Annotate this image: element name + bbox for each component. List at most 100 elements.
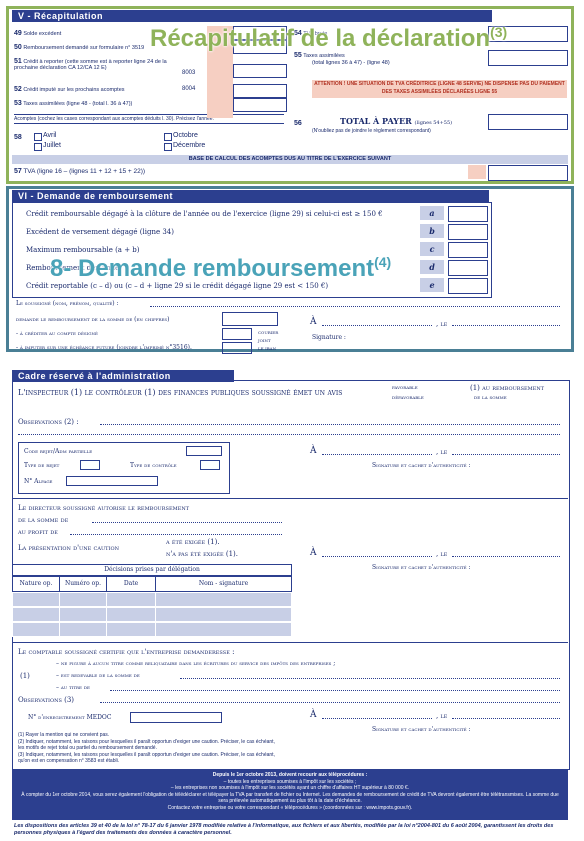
comptable-n1: (1) <box>20 672 30 680</box>
total-field[interactable] <box>488 114 568 130</box>
admin-le-2: , le <box>436 550 448 558</box>
admin-place-2[interactable] <box>322 556 432 557</box>
amount-field-51[interactable] <box>233 64 287 78</box>
obs-line-2[interactable] <box>18 434 560 435</box>
type-controle-field[interactable] <box>200 460 220 470</box>
observations-label: Observations (2) : <box>18 418 79 426</box>
comptable-3: – au titre de <box>56 684 90 691</box>
refund-letter-a: a <box>420 206 444 220</box>
line-55-sub: (total lignes 36 à 47) - (ligne 48) <box>312 60 390 66</box>
refund-row-c: Maximum remboursable (a + b) <box>26 246 140 254</box>
caution-exigee[interactable]: a été exigée (1). <box>166 538 220 546</box>
section6-place-line[interactable] <box>322 325 432 326</box>
sig-cachet-2: Signature et cachet d'authenticité : <box>372 564 471 571</box>
refund-field-c[interactable] <box>448 242 488 258</box>
amount-field-57[interactable] <box>488 165 568 181</box>
soussigne-line[interactable] <box>150 306 560 307</box>
table-cell[interactable] <box>155 607 292 622</box>
table-cell[interactable] <box>155 622 292 637</box>
check-decembre[interactable] <box>164 143 172 151</box>
pink-57 <box>468 165 486 179</box>
warning-box: ATTENTION ! UNE SITUATION DE TVA CRÉDITR… <box>312 80 567 98</box>
table-cell[interactable] <box>106 592 156 607</box>
line-57: 57 TVA (ligne 16 – (lignes 11 + 12 + 15 … <box>14 168 146 175</box>
amount-field-53[interactable] <box>233 98 287 112</box>
imputer-checkbox[interactable] <box>222 342 252 354</box>
table-cell[interactable] <box>106 607 156 622</box>
alpage: N° Alpage <box>24 478 53 485</box>
note-1: (1) Rayer la mention qui ne convient pas… <box>18 732 110 738</box>
admin-a-1: À <box>310 446 317 456</box>
section6-date-line[interactable] <box>452 325 560 326</box>
medoc-field[interactable] <box>130 712 222 723</box>
label-octobre: Octobre <box>173 132 198 139</box>
section6-header: VI - Demande de remboursement <box>12 190 489 202</box>
table-cell[interactable] <box>12 592 60 607</box>
check-avril[interactable] <box>34 133 42 141</box>
medoc-label: N° d'enregistrement MEDOC <box>28 714 112 721</box>
somme-line[interactable] <box>92 522 282 523</box>
base-calcul-bar: BASE DE CALCUL DES ACOMPTES DUS AU TITRE… <box>12 155 568 164</box>
code-8003: 8003 <box>182 70 196 76</box>
teleprocedures-banner: Depuis le 1er octobre 2013, doivent reco… <box>12 770 568 820</box>
section5-header: V - Récapitulation <box>12 10 492 22</box>
admin-a-2: À <box>310 548 317 558</box>
observations-3: Observations (3) <box>18 696 75 704</box>
defavorable-option[interactable]: défavorable <box>392 394 424 401</box>
admin-date-1[interactable] <box>452 454 560 455</box>
sig-cachet-1: Signature et cachet d'authenticité : <box>372 462 471 469</box>
obs-line-1[interactable] <box>100 424 560 425</box>
refund-row-e: Crédit reportable (c – d) ou (c – d + li… <box>26 282 329 290</box>
admin-place-1[interactable] <box>322 454 432 455</box>
refund-letter-c: c <box>420 242 444 256</box>
table-cell[interactable] <box>106 622 156 637</box>
admin-date-2[interactable] <box>452 556 560 557</box>
profit-line[interactable] <box>70 534 282 535</box>
obs3-line[interactable] <box>100 702 560 703</box>
refund-field-d[interactable] <box>448 260 488 276</box>
demande-label: demande le remboursement de la somme de … <box>16 316 170 323</box>
table-cell[interactable] <box>155 592 292 607</box>
admin-date-3[interactable] <box>452 718 560 719</box>
inspecteur-line: L'inspecteur (1) le contrôleur (1) des f… <box>18 388 343 397</box>
comptable-line: Le comptable soussigné certifie que l'en… <box>18 648 235 656</box>
favorable-option[interactable]: favorable <box>392 384 418 391</box>
type-controle: Type de contrôle <box>130 462 177 469</box>
admin-place-3[interactable] <box>322 718 432 719</box>
footer-line-5: Contactez votre entreprise ou votre corr… <box>167 804 413 811</box>
refund-row-a: Crédit remboursable dégagé à la clôture … <box>26 210 383 218</box>
table-cell[interactable] <box>59 622 107 637</box>
table-cell[interactable] <box>12 622 60 637</box>
refund-field-b[interactable] <box>448 224 488 240</box>
label-juillet: Juillet <box>43 142 61 149</box>
caution-non-exigee[interactable]: n'a pas été exigée (1). <box>166 550 238 558</box>
code-rejet-field[interactable] <box>186 446 222 456</box>
table-cell[interactable] <box>59 607 107 622</box>
table-cell[interactable] <box>59 592 107 607</box>
note-3: (3) Indiquer, notamment, les raisons pou… <box>18 752 275 764</box>
demande-amount-field[interactable] <box>222 312 278 326</box>
separator-2 <box>12 642 568 643</box>
check-juillet[interactable] <box>34 143 42 151</box>
au-profit: au profit de <box>18 528 58 536</box>
alpage-field[interactable] <box>66 476 158 486</box>
comptable-2-line[interactable] <box>180 678 560 679</box>
refund-field-e[interactable] <box>448 278 488 294</box>
amount-field-52[interactable] <box>233 84 287 98</box>
refund-letter-b: b <box>420 224 444 238</box>
type-rejet-field[interactable] <box>80 460 100 470</box>
table-cell[interactable] <box>12 607 60 622</box>
soussigne-label: Le soussigné (nom, prénom, qualité) : <box>16 300 119 307</box>
line-49: 49 Solde excédent <box>14 30 62 37</box>
line-58: 58 <box>14 134 22 141</box>
total-a-payer: TOTAL À PAYER (lignes 54+55) <box>340 116 453 126</box>
check-octobre[interactable] <box>164 133 172 141</box>
crediter-checkbox[interactable] <box>222 328 252 340</box>
refund-field-a[interactable] <box>448 206 488 222</box>
comptable-3-line[interactable] <box>110 690 560 691</box>
total-note: (N'oubliez pas de joindre le règlement c… <box>312 128 431 134</box>
line-52: 52 Crédit imputé sur les prochains acomp… <box>14 86 125 93</box>
type-rejet: Type de rejet <box>24 462 60 469</box>
section6-a: À <box>310 317 317 327</box>
col-numero: Numéro op. <box>59 576 107 592</box>
